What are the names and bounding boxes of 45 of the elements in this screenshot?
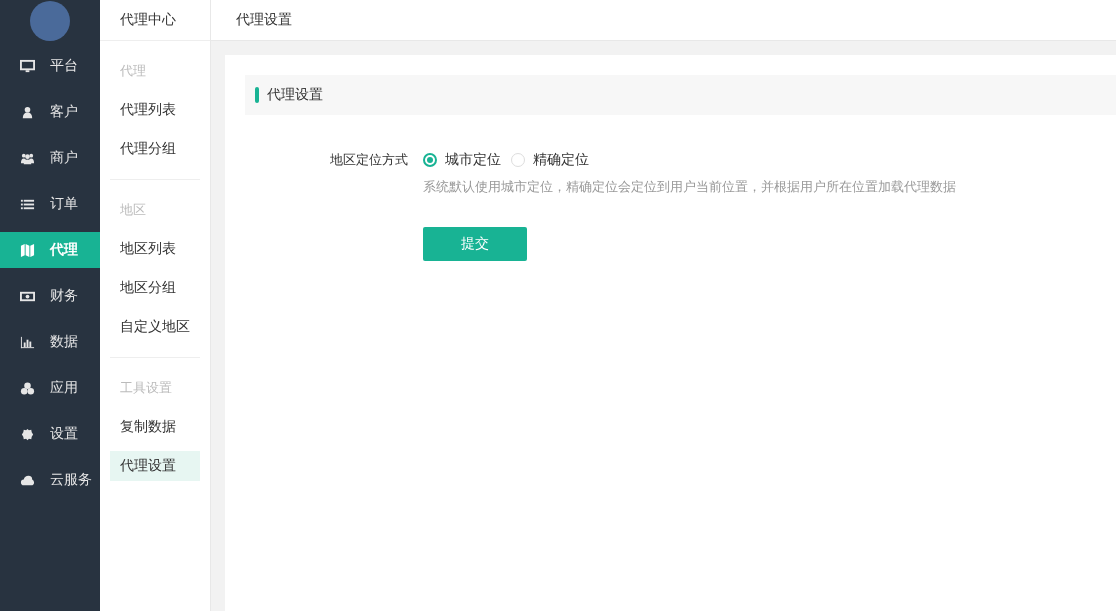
nav-label: 订单 <box>50 195 78 213</box>
nav-item[interactable]: 财务 <box>0 278 100 314</box>
gear-icon <box>20 426 35 442</box>
nav-label: 云服务 <box>50 471 92 489</box>
user-icon <box>20 104 35 120</box>
subnav-item[interactable]: 地区分组 <box>110 273 200 303</box>
nav-item[interactable]: 应用 <box>0 370 100 406</box>
bar-chart-icon <box>20 334 35 350</box>
group-heading: 地区 <box>119 201 147 219</box>
cubes-icon <box>20 380 35 396</box>
nav-item[interactable]: 设置 <box>0 416 100 452</box>
nav-label: 商户 <box>50 149 78 167</box>
subnav-item[interactable]: 代理分组 <box>110 134 200 164</box>
nav-label: 代理 <box>50 241 78 259</box>
nav-label: 应用 <box>50 379 78 397</box>
panel-title: 代理设置 <box>267 86 323 104</box>
subnav-title: 代理中心 <box>100 0 210 41</box>
accent-bar <box>255 87 259 103</box>
nav-label: 财务 <box>50 287 78 305</box>
radio-button[interactable] <box>423 153 437 167</box>
group-heading: 代理 <box>119 62 147 80</box>
help-text: 系统默认使用城市定位，精确定位会定位到用户当前位置，并根据用户所在位置加载代理数据 <box>423 178 957 196</box>
page-title: 代理设置 <box>236 11 292 29</box>
logo-avatar <box>30 1 70 41</box>
map-icon <box>20 242 35 258</box>
nav-item[interactable]: 订单 <box>0 186 100 222</box>
nav-label: 数据 <box>50 333 78 351</box>
nav-item[interactable]: 商户 <box>0 140 100 176</box>
nav-label: 客户 <box>50 103 78 121</box>
subnav-item[interactable]: 自定义地区 <box>110 312 200 342</box>
subnav-item[interactable]: 地区列表 <box>110 234 200 264</box>
nav-item[interactable]: 数据 <box>0 324 100 360</box>
radio-label[interactable]: 城市定位 <box>445 151 501 169</box>
field-label: 地区定位方式 <box>329 151 408 169</box>
nav-label: 平台 <box>50 57 78 75</box>
nav-item[interactable]: 客户 <box>0 94 100 130</box>
nav-item[interactable]: 云服务 <box>0 462 100 498</box>
subnav-item[interactable]: 代理设置 <box>110 451 200 481</box>
subnav-item[interactable]: 代理列表 <box>110 95 200 125</box>
subnav-item[interactable]: 复制数据 <box>110 412 200 442</box>
radio-label[interactable]: 精确定位 <box>533 151 589 169</box>
monitor-icon <box>20 58 35 74</box>
nav-item[interactable]: 平台 <box>0 48 100 84</box>
group-heading: 工具设置 <box>119 379 173 397</box>
nav-label: 设置 <box>50 425 78 443</box>
